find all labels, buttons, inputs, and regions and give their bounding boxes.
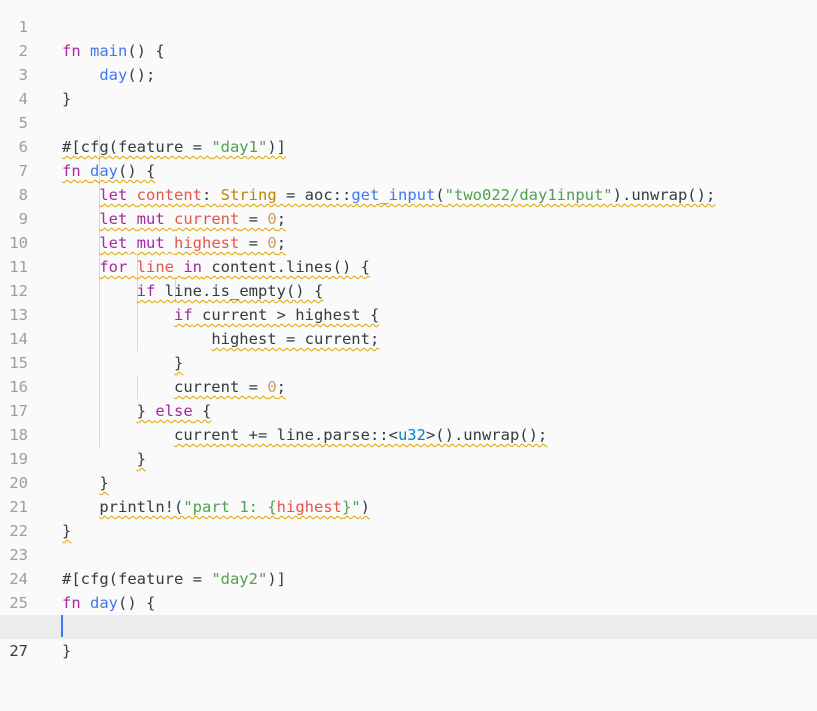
code-line[interactable]: 3 }	[0, 39, 817, 108]
code-line[interactable]: 10 for line in content.lines() {	[0, 207, 817, 276]
code-line[interactable]: 14 }	[0, 303, 817, 372]
code-line[interactable]: 13 highest = current;	[0, 279, 817, 348]
code-line[interactable]: 15 current = 0;	[0, 327, 817, 396]
code-line[interactable]: 8 let mut current = 0;	[0, 159, 817, 228]
code-line[interactable]: 18 }	[0, 399, 817, 468]
code-line[interactable]: 21 }	[0, 471, 817, 540]
code-line[interactable]: 17 current += line.parse::<u32>().unwrap…	[0, 375, 817, 444]
code-line-current[interactable]: 27	[0, 615, 817, 660]
code-line[interactable]: 19 }	[0, 423, 817, 492]
code-line[interactable]: 24 fn day() {	[0, 543, 817, 612]
code-line[interactable]: 4	[0, 63, 817, 108]
code-editor[interactable]: 1 fn main() { 2 day(); 3 } 4 5 #[cfg(fea…	[0, 0, 817, 660]
code-line[interactable]: 6 fn day() {	[0, 111, 817, 180]
line-code: }	[62, 642, 72, 660]
code-line[interactable]: 26 }	[0, 591, 817, 660]
code-line[interactable]: 5 #[cfg(feature = "day1")]	[0, 87, 817, 156]
text-cursor	[61, 615, 63, 637]
code-line[interactable]: 25 println!("day2");	[0, 567, 817, 636]
code-line[interactable]: 12 if current > highest {	[0, 255, 817, 324]
code-line[interactable]: 11 if line.is_empty() {	[0, 231, 817, 300]
code-line[interactable]: 1 fn main() {	[0, 0, 817, 60]
code-line[interactable]: 7 let content: String = aoc::get_input("…	[0, 135, 817, 204]
line-number: 27	[9, 642, 28, 660]
code-line[interactable]: 16 } else {	[0, 351, 817, 420]
code-line[interactable]: 20 println!("part 1: {highest}")	[0, 447, 817, 516]
code-line[interactable]: 2 day();	[0, 15, 817, 84]
code-line[interactable]: 23 #[cfg(feature = "day2")]	[0, 519, 817, 588]
code-line[interactable]: 9 let mut highest = 0;	[0, 183, 817, 252]
code-line[interactable]: 22	[0, 495, 817, 540]
